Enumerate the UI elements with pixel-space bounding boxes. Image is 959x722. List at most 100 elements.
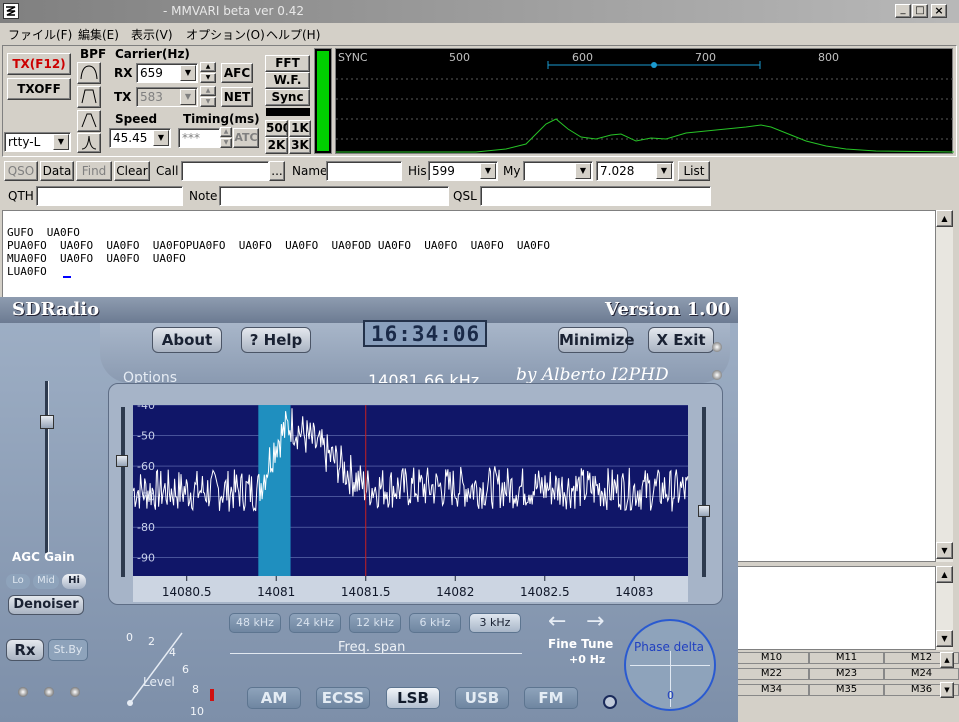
waterfall-button[interactable]: W.F. [265, 72, 310, 89]
fine-tune-right-arrow-icon[interactable]: → [586, 609, 604, 634]
span-24khz-button[interactable]: 24 kHz [289, 613, 341, 633]
his-rst-select[interactable]: 599 ▼ [428, 161, 498, 181]
rx-spin-down[interactable]: ▼ [200, 73, 216, 83]
timing-input[interactable]: *** [178, 128, 220, 148]
tx-scrollbar[interactable]: ▲ ▼ [936, 566, 953, 650]
tx-button[interactable]: TX(F12) [7, 53, 71, 75]
macro-button-m22[interactable]: M22 [734, 668, 809, 680]
macro-button-m34[interactable]: M34 [734, 684, 809, 696]
clear-button[interactable]: Clear [114, 161, 150, 181]
agc-mid-button[interactable]: Mid [33, 574, 59, 589]
plot-offset-thumb[interactable] [116, 455, 128, 467]
tx-scroll-down-button[interactable]: ▼ [936, 630, 953, 647]
mode-select[interactable]: rtty-L ▼ [4, 132, 71, 152]
minimize-window-button[interactable]: _ [895, 4, 911, 18]
note-input[interactable] [219, 186, 449, 206]
bpf-sharp-button[interactable] [77, 133, 101, 153]
qsl-input[interactable] [480, 186, 711, 206]
speed-select[interactable]: 45.45 ▼ [109, 128, 171, 148]
mode-fm-button[interactable]: FM [524, 687, 578, 709]
qth-input[interactable] [36, 186, 183, 206]
span-2k-button[interactable]: 2K [265, 137, 288, 154]
menu-file[interactable]: ファイル(F) [8, 26, 72, 43]
plot-offset-track[interactable] [121, 407, 125, 577]
sync-button[interactable]: Sync [265, 89, 310, 106]
tx-text-area[interactable] [737, 566, 936, 650]
list-button[interactable]: List [678, 161, 710, 181]
mode-usb-button[interactable]: USB [455, 687, 509, 709]
qso-button[interactable]: QSO [4, 161, 38, 181]
afc-button[interactable]: AFC [221, 63, 253, 83]
tx-scroll-up-button[interactable]: ▲ [936, 566, 953, 583]
bpf-narrow-button[interactable] [77, 110, 101, 132]
sdr-spectrum-chart[interactable]: -40 -50 -60 -70 -80 -90 14080.5 14081 14081.5 14… [133, 405, 693, 605]
chevron-down-icon[interactable]: ▼ [53, 134, 69, 150]
bpf-wide-button[interactable] [77, 62, 101, 84]
chevron-down-icon[interactable]: ▼ [575, 163, 591, 179]
tx-carrier-input[interactable]: 583 ▼ [136, 87, 198, 107]
menu-help[interactable]: ヘルプ(H) [266, 26, 320, 43]
timing-spin-down[interactable]: ▼ [220, 138, 232, 148]
power-icon[interactable] [603, 695, 617, 709]
menu-options[interactable]: オプション(O) [186, 26, 265, 43]
tx-spin-down[interactable]: ▼ [200, 97, 216, 107]
agc-hi-button[interactable]: Hi [62, 574, 86, 589]
close-window-button[interactable]: × [931, 4, 947, 18]
agc-slider-thumb[interactable] [40, 415, 54, 429]
macro-button-m10[interactable]: M10 [734, 652, 809, 664]
chevron-down-icon[interactable]: ▼ [656, 163, 672, 179]
sdr-minimize-button[interactable]: Minimize [558, 327, 635, 353]
span-12khz-button[interactable]: 12 kHz [349, 613, 401, 633]
rx-button[interactable]: Rx [6, 639, 44, 661]
app-icon[interactable] [3, 3, 19, 19]
chevron-down-icon[interactable]: ▼ [180, 89, 196, 105]
call-input[interactable] [181, 161, 269, 181]
rx-carrier-input[interactable]: 659 ▼ [136, 63, 198, 83]
macro-button-m11[interactable]: M11 [809, 652, 884, 664]
atc-button[interactable]: ATC [233, 128, 259, 148]
mode-lsb-button[interactable]: LSB [386, 687, 440, 709]
maximize-window-button[interactable]: □ [912, 4, 928, 18]
scroll-down-button[interactable]: ▼ [936, 542, 953, 559]
macro-button-m23[interactable]: M23 [809, 668, 884, 680]
span-6khz-button[interactable]: 6 kHz [409, 613, 461, 633]
scroll-up-button[interactable]: ▲ [936, 210, 953, 227]
rx-spin-up[interactable]: ▲ [200, 62, 216, 72]
timing-spin-up[interactable]: ▲ [220, 127, 232, 137]
txoff-button[interactable]: TXOFF [7, 78, 71, 100]
span-500-button[interactable]: 500 [265, 120, 288, 137]
chevron-down-icon[interactable]: ▼ [480, 163, 496, 179]
stby-button[interactable]: St.By [48, 639, 88, 661]
macro-page-down[interactable]: ▼ [940, 682, 954, 698]
fft-button[interactable]: FFT [265, 55, 310, 72]
span-3khz-button[interactable]: 3 kHz [469, 613, 521, 633]
band-select[interactable]: 7.028 ▼ [596, 161, 674, 181]
call-lookup-button[interactable]: ... [269, 161, 285, 181]
mode-am-button[interactable]: AM [247, 687, 301, 709]
mode-ecss-button[interactable]: ECSS [316, 687, 370, 709]
bpf-medium-button[interactable] [77, 86, 101, 108]
span-48khz-button[interactable]: 48 kHz [229, 613, 281, 633]
agc-slider-track[interactable] [45, 381, 49, 553]
macro-button-m35[interactable]: M35 [809, 684, 884, 696]
denoiser-button[interactable]: Denoiser [8, 595, 84, 615]
about-button[interactable]: About [152, 327, 222, 353]
data-button[interactable]: Data [40, 161, 74, 181]
chevron-down-icon[interactable]: ▼ [180, 65, 196, 81]
agc-lo-button[interactable]: Lo [6, 574, 30, 589]
spectrum-display[interactable]: SYNC 500 600 700 800 [335, 48, 954, 154]
macro-page-up[interactable]: ▲ [940, 652, 954, 668]
my-rst-select[interactable]: ▼ [523, 161, 593, 181]
chevron-down-icon[interactable]: ▼ [153, 130, 169, 146]
macro-button-m24[interactable]: M24 [884, 668, 959, 680]
right-slider-thumb[interactable] [698, 505, 710, 517]
menu-edit[interactable]: 編集(E) [78, 26, 119, 43]
rx-scrollbar[interactable]: ▲ ▼ [936, 210, 953, 562]
tx-spin-up[interactable]: ▲ [200, 86, 216, 96]
menu-view[interactable]: 表示(V) [131, 26, 173, 43]
help-button[interactable]: ? Help [241, 327, 311, 353]
sdr-exit-button[interactable]: X Exit [648, 327, 714, 353]
find-button[interactable]: Find [76, 161, 112, 181]
span-3k-button[interactable]: 3K [289, 137, 311, 154]
fine-tune-left-arrow-icon[interactable]: ← [548, 609, 566, 634]
